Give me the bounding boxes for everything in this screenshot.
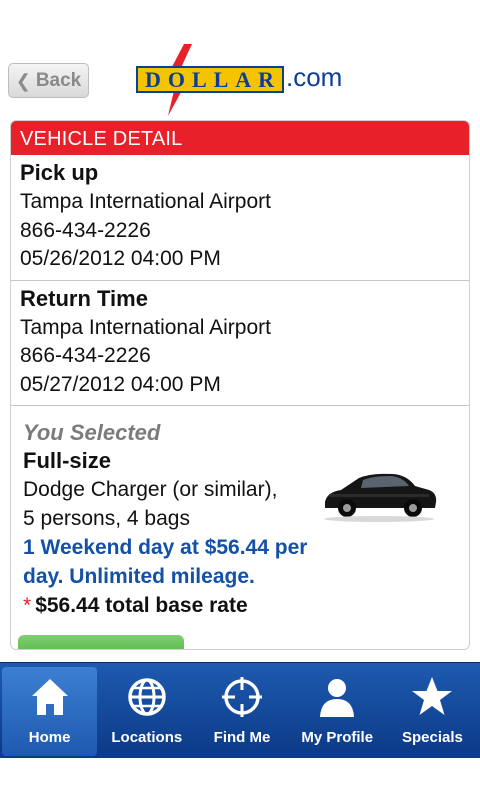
selected-vehicle-section: You Selected Full-size Dodge Charger (or… [11,406,469,620]
rate-description: 1 Weekend day at $56.44 per day. Unlimit… [23,536,308,588]
chevron-left-icon: ❮ [15,70,31,91]
total-base-rate-text: $56.44 total base rate [35,594,248,617]
logo-letter: L [191,66,208,92]
pickup-heading: Pick up [20,160,99,185]
back-button-label: Back [35,69,82,91]
vehicle-detail-card: VEHICLE DETAIL Pick up Tampa Internation… [10,120,470,650]
return-location: Tampa International Airport [20,315,271,339]
logo-letter: R [258,66,275,92]
pickup-phone: 866-434-2226 [20,218,151,242]
car-image [324,473,437,522]
tab-locations[interactable]: Locations [99,663,194,758]
back-button[interactable]: ❮ Back [8,63,89,98]
tab-label: Find Me [213,729,271,746]
asterisk-mark: * [23,594,32,617]
logo-letter: L [213,66,230,92]
person-icon [320,679,355,717]
logo-suffix: .com [286,62,343,92]
return-datetime: 05/27/2012 04:00 PM [20,372,221,396]
return-phone: 866-434-2226 [20,344,151,367]
pickup-section: Pick up Tampa International Airport 866-… [11,155,469,281]
blank-footer-area [0,758,480,800]
star-icon [412,677,453,715]
tab-label: My Profile [301,729,374,746]
home-icon [31,679,68,715]
dollar-logo: D O L L A R .com [136,44,350,116]
tab-find-me[interactable]: Find Me [194,663,289,758]
logo-letter: A [235,66,253,92]
tab-label: Specials [401,729,463,746]
pickup-datetime: 05/26/2012 04:00 PM [20,247,221,270]
globe-icon [128,678,166,716]
logo-letter: D [144,66,162,92]
tab-my-profile[interactable]: My Profile [290,663,385,758]
return-heading: Return Time [20,285,148,311]
crosshair-icon [222,677,262,717]
tab-specials[interactable]: Specials [385,663,480,758]
continue-button[interactable] [18,635,184,649]
pickup-location: Tampa International Airport [20,190,271,213]
logo-letter: O [167,66,186,92]
tab-home[interactable]: Home [2,667,98,756]
app-header: ❮ Back D O L L A R .com [0,0,480,118]
total-base-rate: * $56.44 total base rate [23,591,457,620]
card-title: VEHICLE DETAIL [11,121,469,155]
tab-label: Home [28,729,71,746]
bottom-tab-bar: Home Locations Find Me My Profile Specia… [0,662,480,758]
tab-label: Locations [111,729,183,746]
return-section: Return Time Tampa International Airport … [11,281,469,406]
logo-wordmark: D O L L A R [136,66,284,93]
you-selected-label: You Selected [23,420,161,445]
